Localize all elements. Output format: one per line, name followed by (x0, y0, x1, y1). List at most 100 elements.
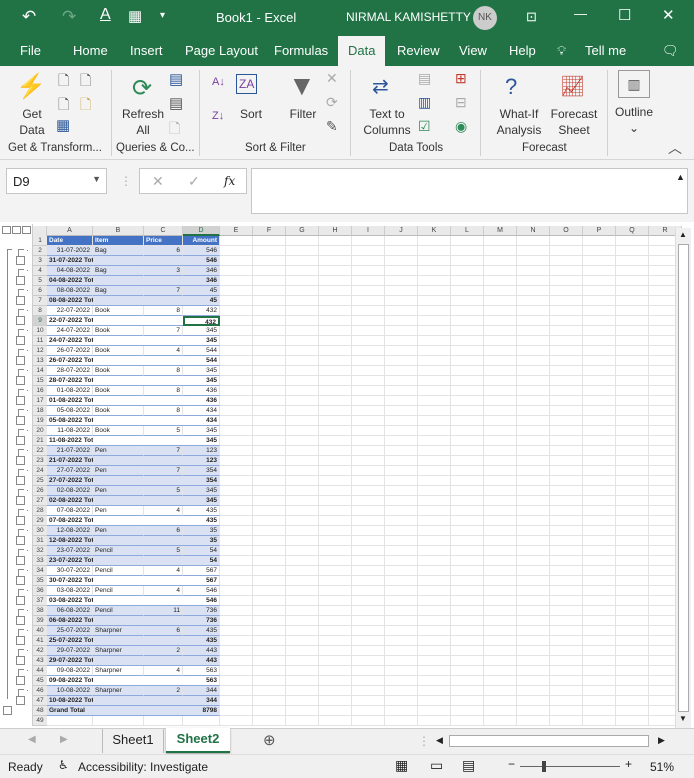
row-header-38[interactable]: 38 (33, 606, 47, 616)
from-text-icon[interactable]: 🗋 (58, 70, 69, 94)
cell[interactable] (352, 356, 385, 366)
cell[interactable] (286, 566, 319, 576)
cell[interactable] (616, 536, 649, 546)
cell-date[interactable]: 05-08-2022 (47, 406, 93, 416)
cell[interactable] (220, 536, 253, 546)
cell[interactable] (253, 566, 286, 576)
row-header-35[interactable]: 35 (33, 576, 47, 586)
cell[interactable] (418, 506, 451, 516)
cell[interactable] (385, 386, 418, 396)
cell[interactable] (451, 476, 484, 486)
cell[interactable] (550, 576, 583, 586)
cell[interactable] (418, 446, 451, 456)
cell[interactable] (550, 666, 583, 676)
cell[interactable] (550, 356, 583, 366)
cell[interactable] (583, 236, 616, 246)
cell-price[interactable]: 11 (144, 606, 183, 616)
cell[interactable] (319, 616, 352, 626)
cell-price[interactable]: 2 (144, 686, 183, 696)
cell[interactable] (484, 596, 517, 606)
cell[interactable] (220, 396, 253, 406)
cell[interactable] (583, 486, 616, 496)
cell[interactable] (583, 256, 616, 266)
cell[interactable] (451, 366, 484, 376)
row-header-17[interactable]: 17 (33, 396, 47, 406)
cell-date[interactable]: 31-07-2022 (47, 246, 93, 256)
cell[interactable] (583, 296, 616, 306)
cell[interactable] (352, 526, 385, 536)
cell[interactable] (583, 586, 616, 596)
cell[interactable] (352, 396, 385, 406)
cell[interactable] (550, 486, 583, 496)
cell[interactable] (583, 656, 616, 666)
cell[interactable] (550, 586, 583, 596)
cell[interactable] (484, 346, 517, 356)
cell[interactable] (385, 376, 418, 386)
cell[interactable] (550, 556, 583, 566)
row-header-1[interactable]: 1 (33, 236, 47, 246)
cell[interactable] (220, 236, 253, 246)
redo-icon[interactable]: ↷ (62, 7, 76, 27)
cell[interactable] (484, 546, 517, 556)
cell[interactable] (286, 686, 319, 696)
cell[interactable] (352, 346, 385, 356)
cell[interactable] (286, 476, 319, 486)
cell[interactable] (583, 616, 616, 626)
cell-amount[interactable]: 45 (183, 296, 220, 306)
undo-icon[interactable]: ↶ (22, 7, 36, 27)
cell[interactable] (451, 626, 484, 636)
cell[interactable] (451, 436, 484, 446)
cell[interactable] (352, 496, 385, 506)
cell[interactable] (286, 296, 319, 306)
cell[interactable] (583, 516, 616, 526)
cell[interactable] (451, 646, 484, 656)
cell[interactable] (484, 686, 517, 696)
cell[interactable] (550, 336, 583, 346)
cell[interactable] (418, 656, 451, 666)
cell[interactable] (550, 496, 583, 506)
cell-price[interactable]: 7 (144, 326, 183, 336)
cell[interactable] (385, 296, 418, 306)
cell-item[interactable]: Bag (93, 286, 144, 296)
cell-amount[interactable]: 45 (183, 286, 220, 296)
cell[interactable] (385, 676, 418, 686)
cell-date[interactable]: 27-07-2022 (47, 466, 93, 476)
cell[interactable] (418, 406, 451, 416)
cell[interactable] (616, 516, 649, 526)
cell[interactable] (286, 276, 319, 286)
cell-amount[interactable]: 546 (183, 596, 220, 606)
cell[interactable] (451, 446, 484, 456)
row-header-37[interactable]: 37 (33, 596, 47, 606)
cell[interactable] (484, 626, 517, 636)
cell-price[interactable]: 7 (144, 286, 183, 296)
cell-amount[interactable]: 345 (183, 426, 220, 436)
cell[interactable] (220, 526, 253, 536)
cell-item[interactable] (93, 376, 144, 386)
cell[interactable] (286, 456, 319, 466)
cell-date[interactable]: 11-08-2022 Total (47, 436, 99, 446)
cell[interactable] (517, 266, 550, 276)
cell[interactable] (484, 636, 517, 646)
cell-date[interactable]: 29-07-2022 Total (47, 656, 99, 666)
cell[interactable] (352, 326, 385, 336)
cell-amount[interactable]: 346 (183, 266, 220, 276)
cell-date[interactable]: 26-07-2022 Total (47, 356, 99, 366)
minimize-icon[interactable]: — (574, 6, 587, 21)
cell-amount[interactable]: 345 (183, 366, 220, 376)
cell-date[interactable]: 03-08-2022 Total (47, 596, 99, 606)
outline-collapse-button[interactable] (16, 516, 25, 525)
cell[interactable] (385, 686, 418, 696)
cell[interactable] (418, 356, 451, 366)
cell[interactable] (616, 556, 649, 566)
cell[interactable] (286, 306, 319, 316)
cell[interactable] (418, 276, 451, 286)
cell[interactable] (451, 256, 484, 266)
cell[interactable] (253, 356, 286, 366)
row-header-2[interactable]: 2 (33, 246, 47, 256)
cell[interactable] (583, 456, 616, 466)
cell-item[interactable]: Pen (93, 506, 144, 516)
cell[interactable] (550, 466, 583, 476)
cell-item[interactable] (93, 636, 144, 646)
cell[interactable] (550, 676, 583, 686)
cell[interactable] (616, 596, 649, 606)
